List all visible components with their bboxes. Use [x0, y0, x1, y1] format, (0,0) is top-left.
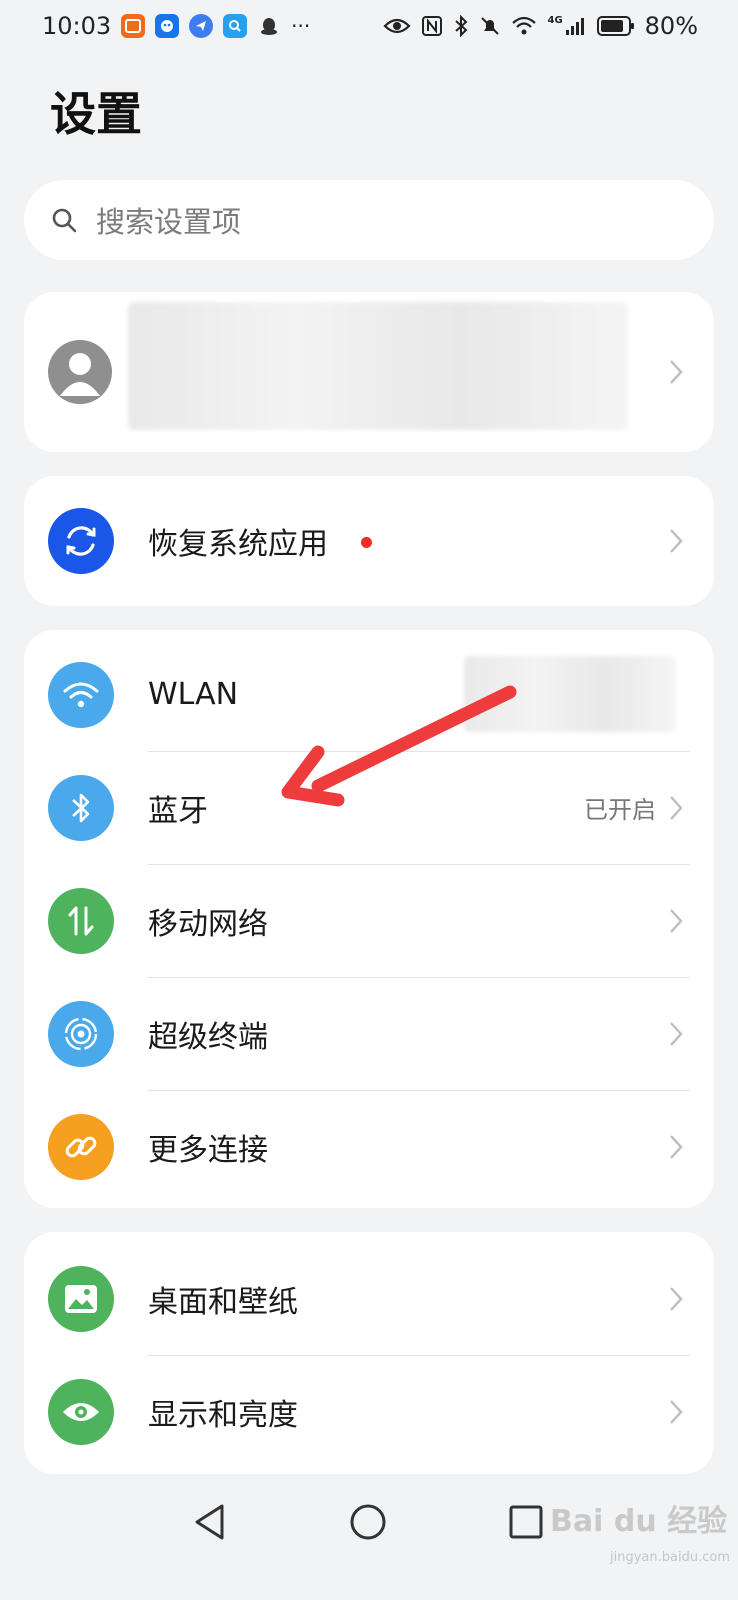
restore-icon-circle — [48, 508, 114, 574]
signal-icon — [565, 18, 584, 35]
more-connections-icon-circle — [48, 1113, 114, 1180]
status-left: 10:03 ··· — [42, 12, 310, 40]
super-device-icon-circle — [48, 1000, 114, 1067]
status-bar: 10:03 ··· 4G 80% — [0, 0, 738, 52]
send-notification-icon — [189, 14, 214, 38]
chevron-right-icon — [670, 529, 683, 553]
super-device-label: 超级终端 — [148, 1019, 268, 1055]
bluetooth-status: 已开启 — [584, 796, 656, 824]
brightness-icon-circle — [48, 1378, 114, 1445]
more-notifications-icon: ··· — [291, 14, 311, 38]
wallpaper-icon — [65, 1284, 97, 1313]
nfc-icon — [422, 16, 443, 36]
eye-icon — [63, 1402, 99, 1421]
chevron-right-icon — [670, 795, 683, 820]
chevron-right-icon — [670, 908, 683, 933]
wlan-label: WLAN — [148, 677, 239, 712]
chevron-right-icon — [670, 1286, 683, 1311]
brightness-label: 显示和亮度 — [148, 1397, 298, 1433]
bluetooth-icon — [72, 793, 90, 822]
link-icon — [65, 1136, 97, 1157]
back-button[interactable] — [192, 1502, 228, 1542]
restore-system-apps-row[interactable]: 恢复系统应用 — [24, 476, 714, 606]
chevron-right-icon — [670, 1399, 683, 1424]
network-type: 4G — [547, 14, 563, 26]
battery-icon — [596, 16, 634, 36]
search-input[interactable]: 搜索设置项 — [24, 180, 714, 260]
restore-card[interactable]: 恢复系统应用 — [24, 476, 714, 606]
bluetooth-row[interactable]: 蓝牙 已开启 — [24, 751, 714, 864]
restore-icon — [66, 526, 96, 556]
wallpaper-label: 桌面和壁纸 — [148, 1284, 298, 1320]
bluetooth-label: 蓝牙 — [148, 793, 208, 829]
restore-label: 恢复系统应用 — [148, 527, 328, 562]
chevron-right-icon — [670, 360, 683, 384]
eye-comfort-icon — [383, 18, 412, 34]
qq-notification-icon — [257, 14, 281, 38]
divider — [148, 1355, 690, 1356]
display-card: 桌面和壁纸 显示和亮度 — [24, 1232, 714, 1474]
wlan-icon-circle — [48, 661, 114, 728]
chevron-right-icon — [670, 1134, 683, 1159]
search-icon — [52, 208, 77, 233]
status-time: 10:03 — [42, 12, 112, 40]
battery-percent: 80% — [644, 12, 698, 40]
mobile-data-icon — [68, 906, 94, 935]
more-connections-label: 更多连接 — [148, 1132, 268, 1168]
bluetooth-icon-circle — [48, 774, 114, 841]
new-badge-dot — [361, 537, 372, 548]
taobao-notification-icon — [121, 14, 146, 38]
search-app-notification-icon — [223, 14, 248, 38]
divider — [148, 751, 690, 752]
user-avatar-icon — [60, 353, 100, 396]
mute-bell-icon — [481, 17, 500, 35]
divider — [148, 977, 690, 978]
wifi-icon — [63, 682, 99, 707]
brightness-row[interactable]: 显示和亮度 — [24, 1355, 714, 1468]
divider — [148, 864, 690, 865]
wallpaper-row[interactable]: 桌面和壁纸 — [24, 1242, 714, 1355]
page-title: 设置 — [50, 87, 142, 141]
avatar — [48, 340, 112, 404]
chevron-right-icon — [670, 1021, 683, 1046]
recents-button[interactable] — [508, 1504, 544, 1540]
mobile-network-row[interactable]: 移动网络 — [24, 864, 714, 977]
baidu-watermark-url: jingyan.baidu.com — [610, 1550, 730, 1565]
wlan-row[interactable]: WLAN — [24, 638, 714, 751]
mobile-network-label: 移动网络 — [148, 906, 268, 942]
bluetooth-status-icon — [455, 15, 468, 37]
account-name-redacted — [128, 302, 628, 430]
mobile-network-icon-circle — [48, 887, 114, 954]
bot-notification-icon — [155, 14, 180, 38]
wifi-status-icon — [512, 16, 537, 35]
super-device-row[interactable]: 超级终端 — [24, 977, 714, 1090]
search-placeholder: 搜索设置项 — [96, 205, 242, 239]
wallpaper-icon-circle — [48, 1265, 114, 1332]
home-button[interactable] — [348, 1502, 388, 1542]
account-card[interactable] — [24, 292, 714, 452]
super-device-icon — [64, 1017, 98, 1050]
connections-card: WLAN 蓝牙 已开启 移动网络 超级终端 更多连接 — [24, 630, 714, 1208]
status-right: 4G 80% — [383, 12, 698, 40]
divider — [148, 1090, 690, 1091]
more-connections-row[interactable]: 更多连接 — [24, 1090, 714, 1203]
wlan-network-redacted — [464, 656, 676, 732]
baidu-watermark: Bai du 经验 — [550, 1504, 728, 1539]
